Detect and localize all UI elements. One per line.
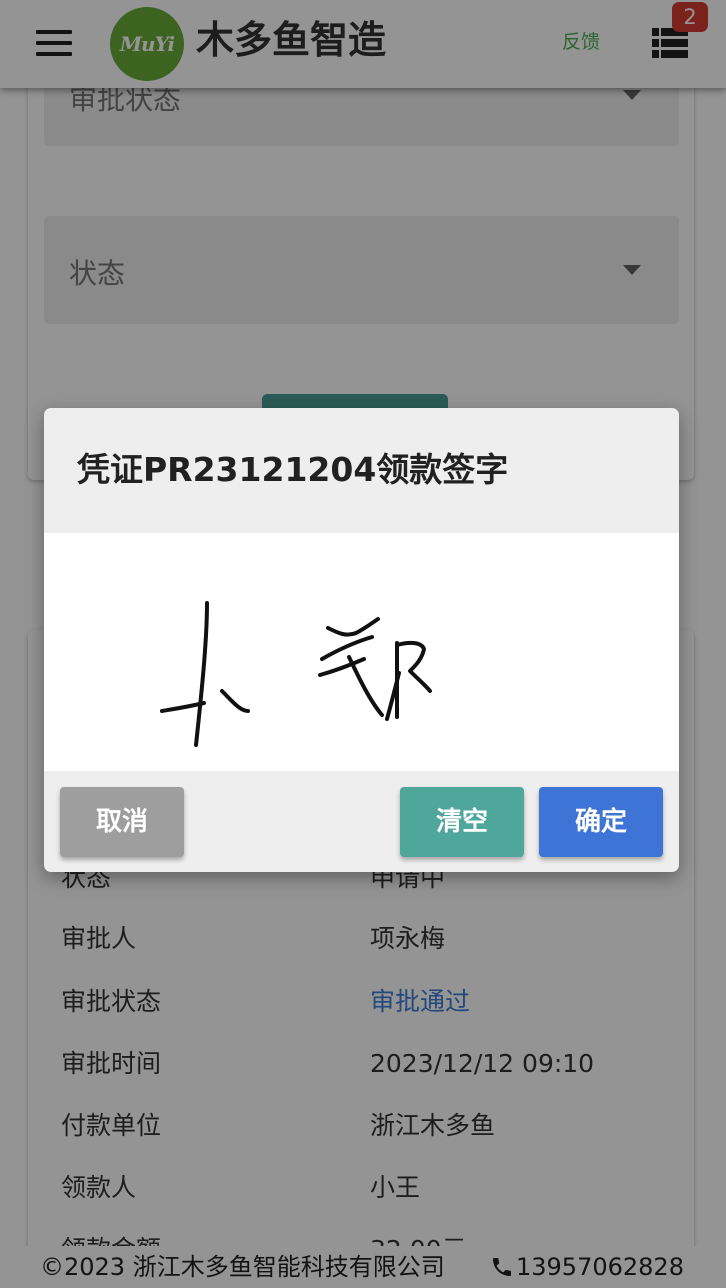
confirm-button[interactable]: 确定 (539, 787, 663, 857)
signature-pad[interactable] (44, 533, 679, 771)
cancel-button[interactable]: 取消 (60, 787, 184, 857)
signature-strokes (160, 601, 432, 747)
signature-dialog: 凭证PR23121204领款签字 取消 清空 确定 (44, 408, 679, 872)
dialog-title: 凭证PR23121204领款签字 (77, 450, 509, 489)
clear-button[interactable]: 清空 (400, 787, 524, 857)
